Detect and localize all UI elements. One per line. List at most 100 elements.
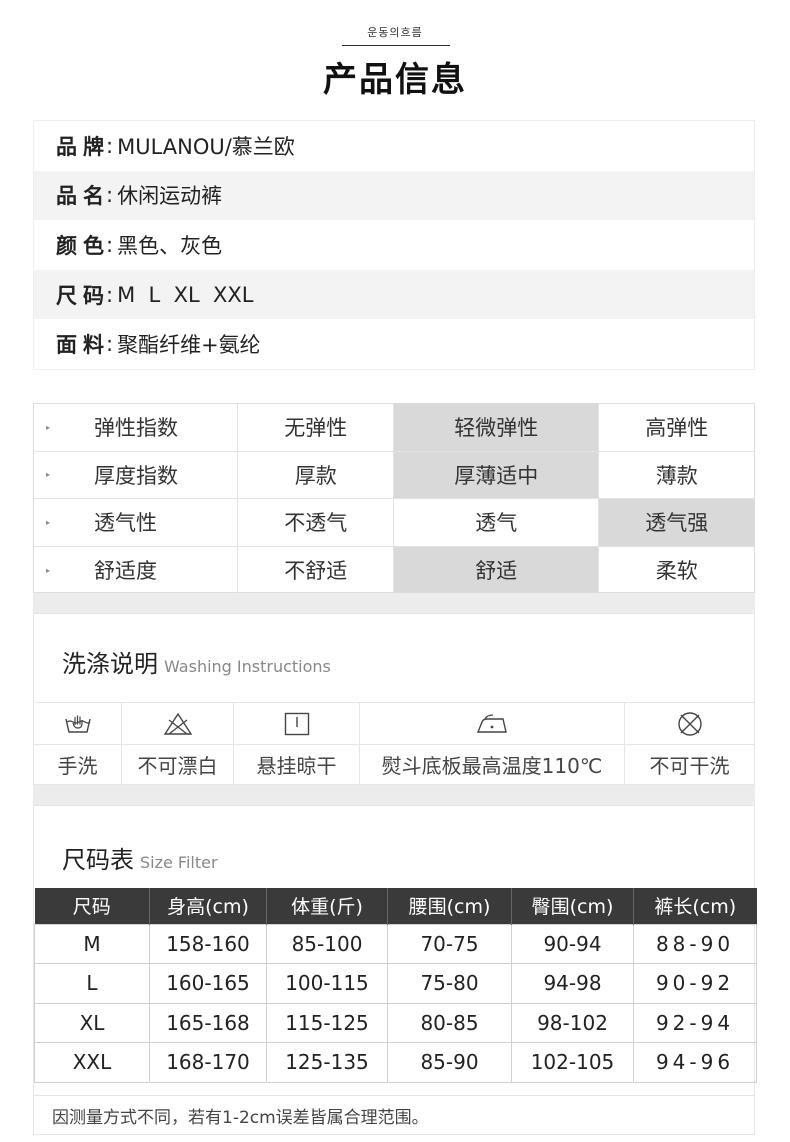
size-cell: XL bbox=[34, 1002, 150, 1043]
rating-row: ▸ 透气性 不透气 透气 透气强 bbox=[34, 499, 754, 547]
size-header-cell: 腰围(cm) bbox=[387, 888, 512, 924]
size-header-cell: 体重(斤) bbox=[266, 888, 388, 924]
rating-row: ▸ 厚度指数 厚款 厚薄适中 薄款 bbox=[34, 451, 754, 499]
info-value: 黑色、灰色 bbox=[117, 233, 223, 258]
size-cell: 160-165 bbox=[149, 963, 267, 1004]
section-divider bbox=[33, 593, 755, 613]
bullet-arrow-icon: ▸ bbox=[46, 470, 51, 480]
size-cell: 85-90 bbox=[387, 1042, 512, 1083]
size-cell: 75-80 bbox=[387, 963, 512, 1004]
wash-item: 不可漂白 bbox=[122, 703, 234, 784]
rating-row: ▸ 舒适度 不舒适 舒适 柔软 bbox=[34, 546, 754, 594]
size-cell: 115-125 bbox=[266, 1002, 388, 1043]
size-note: 因测量方式不同，若有1-2cm误差皆属合理范围。 bbox=[52, 1108, 429, 1128]
bullet-arrow-icon: ▸ bbox=[46, 422, 51, 432]
wash-item: 熨斗底板最高温度110℃ bbox=[360, 703, 625, 784]
size-cell: 98-102 bbox=[511, 1002, 634, 1043]
page-header: 운동의흐름 产品信息 bbox=[0, 0, 790, 110]
wash-label: 熨斗底板最高温度110℃ bbox=[381, 754, 603, 778]
bullet-arrow-icon: ▸ bbox=[46, 517, 51, 527]
no-dry-clean-icon bbox=[625, 703, 754, 745]
title-rule bbox=[342, 45, 450, 46]
page-title: 产品信息 bbox=[323, 60, 467, 100]
attribute-rating-table: ▸ 弹性指数 无弹性 轻微弹性 高弹性 ▸ 厚度指数 厚款 厚薄适中 薄款 ▸ 透气性 不透气 透气 透气强… bbox=[33, 403, 755, 594]
rating-option: 不透气 bbox=[238, 499, 394, 546]
rating-option-selected: 舒适 bbox=[394, 546, 600, 594]
rating-name: 舒适度 bbox=[94, 559, 157, 584]
size-cell: 168-170 bbox=[149, 1042, 267, 1083]
wash-label: 不可干洗 bbox=[649, 754, 730, 778]
size-cell: 125-135 bbox=[266, 1042, 388, 1083]
size-header-cell: 身高(cm) bbox=[149, 888, 267, 924]
size-header-cell: 臀围(cm) bbox=[511, 888, 634, 924]
info-value: M L XL XXL bbox=[117, 282, 254, 307]
rating-name: 透气性 bbox=[94, 511, 157, 536]
wash-label: 悬挂晾干 bbox=[256, 754, 337, 778]
info-row-fabric: 面料: 聚酯纤维+氨纶 bbox=[34, 319, 754, 369]
size-cell: 88-90 bbox=[633, 923, 757, 964]
wash-label: 手洗 bbox=[57, 754, 98, 778]
size-cell: 102-105 bbox=[511, 1042, 634, 1083]
info-value: 聚酯纤维+氨纶 bbox=[117, 333, 261, 358]
iron-icon bbox=[360, 703, 624, 745]
rating-label: ▸ 透气性 bbox=[34, 499, 239, 546]
size-cell: L bbox=[34, 963, 150, 1004]
size-cell: 70-75 bbox=[387, 923, 512, 964]
wash-item: 不可干洗 bbox=[625, 703, 754, 784]
table-row: L 160-165 100-115 75-80 94-98 90-92 bbox=[34, 963, 757, 1004]
size-cell: 165-168 bbox=[149, 1002, 267, 1043]
rating-option: 不舒适 bbox=[238, 546, 394, 594]
rating-label: ▸ 舒适度 bbox=[34, 546, 239, 594]
table-footer-line bbox=[34, 1088, 754, 1096]
rating-option: 薄款 bbox=[655, 463, 698, 488]
washing-instructions-panel: 洗涤说明 Washing Instructions 手洗 不可漂白 悬挂晾干 熨斗… bbox=[33, 613, 755, 785]
table-row: XXL 168-170 125-135 85-90 102-105 94-96 bbox=[34, 1042, 757, 1083]
rating-option-selected: 轻微弹性 bbox=[394, 404, 600, 451]
size-cell: 158-160 bbox=[149, 923, 267, 964]
size-cell: M bbox=[34, 923, 150, 964]
product-info-panel: 品牌: MULANOU/慕兰欧 品名: 休闲运动裤 颜色: 黑色、灰色 尺码: M L … bbox=[33, 120, 755, 370]
size-cell: 80-85 bbox=[387, 1002, 512, 1043]
size-table: 尺码 身高(cm) 体重(斤) 腰围(cm) 臀围(cm) 裤长(cm) M 158-160… bbox=[34, 888, 757, 1083]
size-cell: 92-94 bbox=[633, 1002, 757, 1043]
size-cell: 100-115 bbox=[266, 963, 388, 1004]
wash-item: 悬挂晾干 bbox=[234, 703, 360, 784]
size-header-cell: 尺码 bbox=[34, 888, 150, 924]
wash-label: 不可漂白 bbox=[137, 754, 218, 778]
info-value: 休闲运动裤 bbox=[117, 184, 223, 209]
rating-option-selected: 透气强 bbox=[599, 499, 754, 546]
size-header-cell: 裤长(cm) bbox=[633, 888, 757, 924]
size-table-header: 尺码 身高(cm) 体重(斤) 腰围(cm) 臀围(cm) 裤长(cm) bbox=[34, 888, 757, 924]
info-label: 颜色 bbox=[56, 233, 110, 258]
washing-title: 洗涤说明 Washing Instructions bbox=[62, 650, 331, 678]
no-bleach-icon bbox=[122, 703, 233, 745]
rating-option-selected: 厚薄适中 bbox=[394, 451, 600, 498]
size-chart-panel: 尺码表 Size Filter 尺码 身高(cm) 体重(斤) 腰围(cm) 臀围(cm)… bbox=[33, 805, 757, 1135]
info-row-brand: 品牌: MULANOU/慕兰欧 bbox=[34, 121, 754, 171]
rating-name: 厚度指数 bbox=[94, 463, 178, 488]
size-cell: 90-92 bbox=[633, 963, 757, 1004]
size-chart-title-en: Size Filter bbox=[140, 853, 218, 872]
rating-option: 无弹性 bbox=[238, 404, 394, 451]
washing-title-en: Washing Instructions bbox=[164, 657, 331, 676]
section-divider bbox=[33, 785, 755, 805]
size-chart-title: 尺码表 Size Filter bbox=[62, 846, 218, 874]
info-label: 品牌 bbox=[56, 134, 110, 159]
bullet-arrow-icon: ▸ bbox=[46, 565, 51, 575]
rating-label: ▸ 厚度指数 bbox=[34, 451, 239, 498]
rating-label: ▸ 弹性指数 bbox=[34, 404, 239, 451]
size-cell: 94-96 bbox=[633, 1042, 757, 1083]
table-row: XL 165-168 115-125 80-85 98-102 92-94 bbox=[34, 1002, 757, 1043]
info-row-size: 尺码: M L XL XXL bbox=[34, 269, 754, 320]
info-label: 面料 bbox=[56, 333, 110, 358]
size-cell: 94-98 bbox=[511, 963, 634, 1004]
rating-option: 高弹性 bbox=[645, 416, 709, 441]
hang-dry-icon bbox=[234, 703, 359, 745]
rating-option: 厚款 bbox=[238, 451, 394, 498]
info-label: 尺码 bbox=[56, 283, 110, 308]
size-cell: 90-94 bbox=[511, 923, 634, 964]
info-label: 品名 bbox=[56, 184, 110, 209]
rating-row: ▸ 弹性指数 无弹性 轻微弹性 高弹性 bbox=[34, 404, 754, 452]
table-row: M 158-160 85-100 70-75 90-94 88-90 bbox=[34, 923, 757, 964]
info-row-color: 颜色: 黑色、灰色 bbox=[34, 220, 754, 270]
